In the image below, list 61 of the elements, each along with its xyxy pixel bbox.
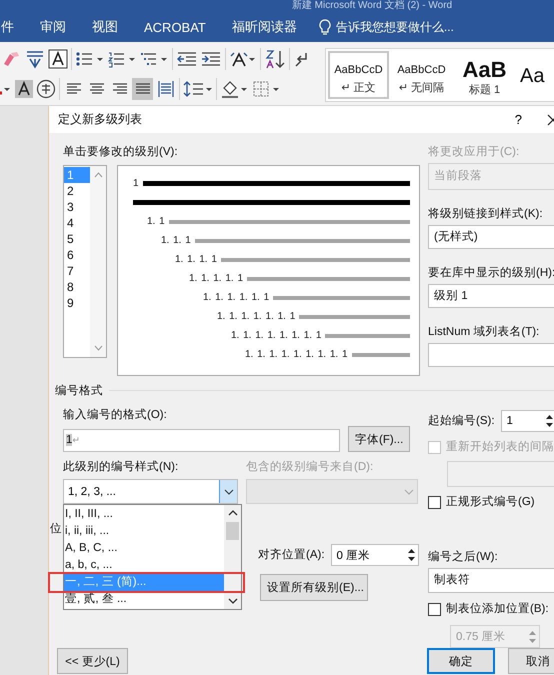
dropdown-field[interactable]: 级别 1 <box>428 284 554 308</box>
preview-number: 1. 1. 1. 1. 1. 1. 1. 1 <box>231 330 322 341</box>
field-label: 要在库中显示的级别(H): <box>428 266 554 281</box>
style-item[interactable]: AaBbCcD ↵ 无间隔 <box>391 51 452 99</box>
field-label: 起始编号(S): <box>428 414 495 428</box>
ribbon-tab[interactable]: 福昕阅读器 <box>232 18 297 36</box>
style-item[interactable]: AaBbCcD ↵ 正文 <box>328 51 389 99</box>
field-label: 重新开始列表的间隔 <box>446 440 554 455</box>
spin-field[interactable]: 1 <box>500 410 554 432</box>
field-label: 制表位添加位置(B): <box>446 602 549 617</box>
ribbon-tab[interactable]: ACROBAT <box>144 20 206 34</box>
ribbon-tab[interactable]: 件 <box>1 18 14 36</box>
preview-number: 1. 1. 1. 1. 1 <box>189 273 244 284</box>
preview-number: 1. 1 <box>147 216 165 227</box>
field-label: 将更改应用于(C): <box>428 145 520 160</box>
spin-field[interactable]: 0 厘米 <box>330 544 419 566</box>
field-label: ListNum 域列表名(T): <box>428 325 540 340</box>
dialog-button[interactable]: 确定 <box>427 648 495 674</box>
field-label: 位 <box>50 522 62 537</box>
format-input[interactable]: 1↵ <box>63 429 340 452</box>
help-button[interactable]: ? <box>514 112 522 127</box>
dialog-button[interactable]: 取消 <box>508 648 554 674</box>
field-label: 正规形式编号(G) <box>446 495 535 510</box>
preview-number: 1. 1. 1. 1. 1. 1 <box>203 292 270 303</box>
dropdown-option[interactable]: 壹, 贰, 叁 ... <box>64 591 224 608</box>
level-item[interactable]: 5 <box>64 231 90 247</box>
preview-number: 1. 1. 1. 1. 1. 1. 1 <box>217 311 296 322</box>
level-item[interactable]: 8 <box>64 279 90 295</box>
field-label: 编号之后(W): <box>428 550 499 565</box>
level-item[interactable]: 6 <box>64 247 90 263</box>
section-title: 编号格式 <box>55 384 103 398</box>
field-label: 对齐位置(A): <box>258 548 325 562</box>
font-button[interactable]: 字体(F)... <box>348 426 410 452</box>
style-item[interactable]: Aa <box>517 51 548 99</box>
level-item[interactable]: 4 <box>64 215 90 231</box>
preview-number: 1. 1. 1. 1. 1. 1. 1. 1. 1 <box>245 349 348 360</box>
tell-me-field[interactable]: 告诉我您想要做什么... <box>336 18 454 36</box>
set-all-levels-button[interactable]: 设置所有级别(E)... <box>260 574 368 601</box>
style-item[interactable]: AaB 标题 1 <box>454 51 515 99</box>
field-label: 此级别的编号样式(N): <box>63 460 180 475</box>
level-item[interactable]: 7 <box>64 263 90 279</box>
ribbon-tab[interactable]: 审阅 <box>40 18 66 36</box>
field-label: 将级别链接到样式(K): <box>428 207 544 222</box>
field-label: 单击要修改的级别(V): <box>63 145 179 160</box>
preview-number: 1 <box>133 178 139 189</box>
field-label: 包含的级别编号来自(D): <box>246 460 374 475</box>
dropdown-field[interactable]: (无样式) <box>428 225 554 249</box>
preview-number: 1. 1. 1. 1 <box>175 254 217 265</box>
ribbon-tab[interactable]: 视图 <box>92 18 118 36</box>
dropdown-option[interactable]: i, ii, iii, ... <box>64 523 224 540</box>
level-item[interactable]: 9 <box>64 295 90 311</box>
field-label: 输入编号的格式(O): <box>63 408 168 423</box>
level-item[interactable]: 2 <box>64 183 90 199</box>
dropdown-option[interactable]: I, II, III, ... <box>64 506 224 523</box>
dropdown-option[interactable]: a, b, c, ... <box>64 557 224 574</box>
dropdown-option[interactable]: A, B, C, ... <box>64 540 224 557</box>
dialog-button[interactable]: << 更少(L) <box>57 648 128 674</box>
level-item[interactable]: 3 <box>64 199 90 215</box>
dropdown-field[interactable]: 制表符 <box>428 568 554 593</box>
preview-number: 1. 1. 1 <box>161 235 191 246</box>
dialog-title: 定义新多级列表 <box>58 111 143 128</box>
